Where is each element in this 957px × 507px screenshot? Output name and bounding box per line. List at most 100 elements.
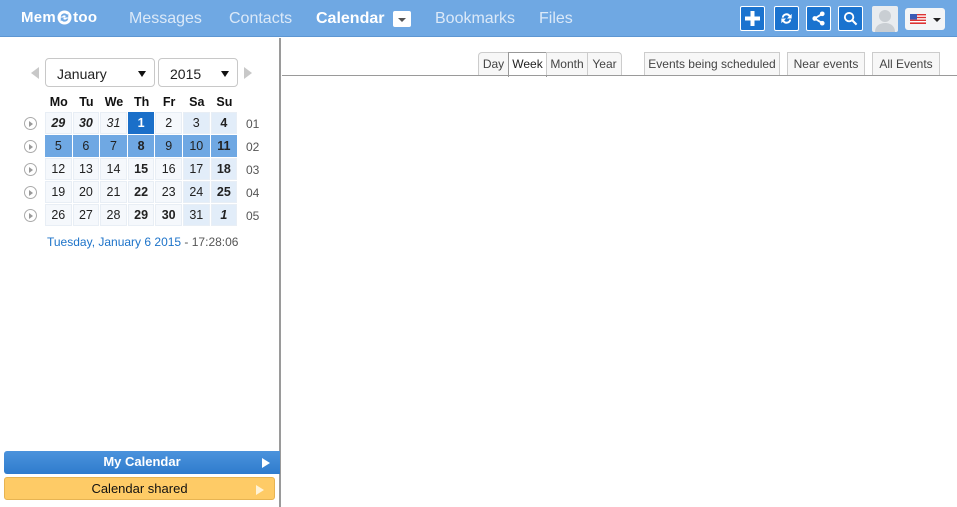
sync-icon — [781, 13, 792, 24]
weekday-label: Tu — [79, 95, 94, 109]
day-cell[interactable]: 16 — [155, 158, 182, 180]
play-arrow-icon — [262, 458, 270, 468]
tab-year[interactable]: Year — [587, 52, 622, 76]
year-select[interactable]: 2015 — [158, 58, 238, 87]
day-cell[interactable]: 25 — [210, 181, 238, 203]
day-cell[interactable]: 11 — [210, 135, 238, 157]
tab-day-label: Day — [482, 57, 505, 71]
day-cell[interactable]: 2 — [155, 112, 182, 134]
my-calendar-label: My Calendar — [103, 454, 181, 469]
select-week-play-icon[interactable] — [24, 117, 37, 130]
weekday-label: Su — [216, 95, 233, 109]
select-week-play-icon[interactable] — [24, 140, 37, 153]
sync-button[interactable] — [774, 6, 799, 31]
nav-messages-label: Messages — [129, 9, 202, 27]
day-cell[interactable]: 29 — [127, 204, 155, 226]
week-number: 01 — [246, 117, 260, 131]
tab-all-events[interactable]: All Events — [872, 52, 940, 76]
month-select[interactable]: January — [45, 58, 155, 87]
weekday-label: We — [104, 95, 124, 109]
nav-bookmarks[interactable]: Bookmarks — [435, 0, 515, 37]
day-cell[interactable]: 10 — [182, 135, 210, 157]
day-cell[interactable]: 26 — [45, 204, 72, 226]
nav-contacts[interactable]: Contacts — [229, 0, 292, 37]
day-cell[interactable]: 17 — [182, 158, 210, 180]
language-selector[interactable] — [905, 8, 945, 30]
day-cell[interactable]: 8 — [127, 135, 155, 157]
nav-files-label: Files — [539, 9, 573, 27]
logo-sync-icon — [57, 10, 72, 25]
memotoo-logo[interactable]: Mem too — [21, 9, 97, 26]
select-week-play-icon[interactable] — [24, 186, 37, 199]
tab-events-being-scheduled[interactable]: Events being scheduled — [644, 52, 780, 76]
day-cell[interactable]: 20 — [72, 181, 100, 203]
next-month-arrow-icon[interactable] — [244, 67, 252, 79]
weekday-label: Mo — [49, 95, 68, 109]
day-cell[interactable]: 27 — [72, 204, 100, 226]
current-date-link[interactable]: Tuesday, January 6 2015 — [47, 235, 181, 249]
plus-icon — [745, 11, 760, 26]
day-cell[interactable]: 15 — [127, 158, 155, 180]
sidebar: January 2015 Mo Tu We Th Fr Sa Su 29 30 31… — [0, 38, 281, 507]
select-week-play-icon[interactable] — [24, 163, 37, 176]
search-button[interactable] — [838, 6, 863, 31]
day-cell[interactable]: 29 — [45, 112, 72, 134]
day-cell[interactable]: 5 — [45, 135, 72, 157]
tab-scheduled-label: Events being scheduled — [648, 57, 776, 71]
year-select-value: 2015 — [170, 66, 202, 82]
week-row: 5 6 7 8 9 10 11 02 — [24, 135, 259, 158]
calendar-dropdown-button[interactable] — [393, 11, 411, 27]
current-datetime: Tuesday, January 6 2015 - 17:28:06 — [47, 235, 238, 249]
day-cell[interactable]: 21 — [100, 181, 127, 203]
week-row: 19 20 21 22 23 24 25 04 — [24, 181, 259, 204]
day-cell[interactable]: 30 — [155, 204, 182, 226]
day-cell[interactable]: 19 — [45, 181, 72, 203]
tab-near-events[interactable]: Near events — [787, 52, 865, 76]
day-cell[interactable]: 9 — [155, 135, 182, 157]
day-cell[interactable]: 30 — [72, 112, 100, 134]
day-cell[interactable]: 4 — [210, 112, 238, 134]
day-cell[interactable]: 24 — [182, 181, 210, 203]
prev-month-arrow-icon[interactable] — [31, 67, 39, 79]
week-row: 29 30 31 1 2 3 4 01 — [24, 112, 259, 135]
weekday-label: Fr — [162, 95, 176, 109]
tab-near-label: Near events — [793, 57, 859, 71]
share-button[interactable] — [806, 6, 831, 31]
nav-messages[interactable]: Messages — [129, 0, 202, 37]
day-cell[interactable]: 22 — [127, 181, 155, 203]
week-number: 04 — [246, 186, 260, 200]
tab-week[interactable]: Week — [508, 52, 547, 77]
nav-calendar-label: Calendar — [316, 9, 385, 27]
logo-text-left: Mem — [21, 9, 57, 26]
day-cell[interactable]: 14 — [100, 158, 127, 180]
search-icon — [843, 11, 858, 26]
day-cell[interactable]: 18 — [210, 158, 238, 180]
add-button[interactable] — [740, 6, 765, 31]
tab-day[interactable]: Day — [478, 52, 509, 76]
day-cell[interactable]: 23 — [155, 181, 182, 203]
avatar[interactable] — [872, 6, 898, 32]
week-number: 03 — [246, 163, 260, 177]
nav-files[interactable]: Files — [539, 0, 573, 37]
chevron-down-icon — [933, 18, 941, 22]
day-cell[interactable]: 12 — [45, 158, 72, 180]
day-cell[interactable]: 13 — [72, 158, 100, 180]
tab-week-label: Week — [512, 57, 543, 71]
weekday-label: Sa — [189, 95, 205, 109]
day-cell[interactable]: 7 — [100, 135, 127, 157]
my-calendar-button[interactable]: My Calendar — [4, 451, 280, 474]
day-cell[interactable]: 1 — [210, 204, 238, 226]
calendar-shared-button[interactable]: Calendar shared — [4, 477, 275, 500]
nav-bookmarks-label: Bookmarks — [435, 9, 516, 27]
day-cell[interactable]: 28 — [100, 204, 127, 226]
day-cell[interactable]: 31 — [100, 112, 127, 134]
tab-month[interactable]: Month — [546, 52, 588, 76]
select-week-play-icon[interactable] — [24, 209, 37, 222]
day-cell[interactable]: 3 — [182, 112, 210, 134]
nav-contacts-label: Contacts — [229, 9, 293, 27]
logo-text-right: too — [73, 9, 98, 26]
day-cell[interactable]: 1 — [127, 112, 155, 134]
day-cell[interactable]: 6 — [72, 135, 100, 157]
nav-calendar[interactable]: Calendar — [316, 0, 384, 37]
day-cell[interactable]: 31 — [182, 204, 210, 226]
